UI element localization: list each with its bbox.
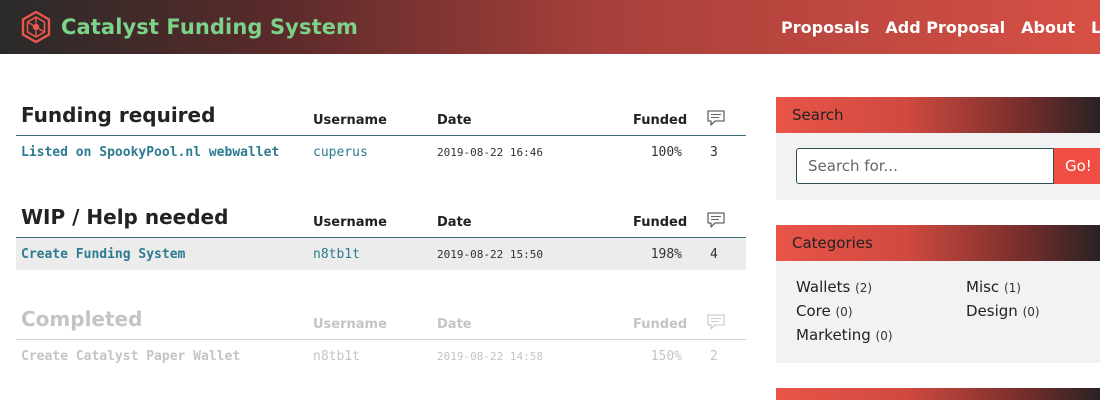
date-column-header: Date [437,317,472,332]
category-count: (0) [875,329,893,343]
proposal-title-link[interactable]: Create Catalyst Paper Wallet [21,349,240,364]
section-title: Funding required [21,103,216,127]
nav-add-proposal[interactable]: Add Proposal [885,18,1005,37]
nav-logout[interactable]: Logout [1091,18,1100,37]
categories-card: Categories Wallets (2) Misc (1) Core (0)… [776,225,1100,363]
section-title: Completed [21,307,143,331]
comments-icon [707,314,725,330]
section-completed: Completed Username Date Funded Create Ca… [16,305,746,372]
funded-column-header: Funded [633,317,688,332]
comment-count: 2 [710,349,718,364]
category-count: (0) [1022,305,1040,319]
section-funding-required: Funding required Username Date Funded Li… [16,101,746,168]
username-column-header: Username [313,317,387,332]
category-design[interactable]: Design (0) [966,302,1040,320]
table-row[interactable]: Listed on SpookyPool.nl webwallet cuperu… [16,136,746,168]
comment-count: 3 [710,145,718,160]
funded-percent: 150% [650,349,682,364]
nav-links: Proposals Add Proposal About Logout [781,0,1100,54]
comments-icon [707,212,725,228]
username-link[interactable]: n8tb1t [313,247,360,262]
date-column-header: Date [437,113,472,128]
category-name[interactable]: Wallets [796,278,850,296]
category-wallets[interactable]: Wallets (2) [796,278,872,296]
nav-about[interactable]: About [1021,18,1075,37]
proposal-title-link[interactable]: Listed on SpookyPool.nl webwallet [21,145,279,160]
section-header: Completed Username Date Funded [16,305,746,340]
category-count: (1) [1003,281,1021,295]
category-core[interactable]: Core (0) [796,302,853,320]
section-header: WIP / Help needed Username Date Funded [16,203,746,238]
nav-proposals[interactable]: Proposals [781,18,869,37]
proposal-date: 2019-08-22 16:46 [437,146,543,159]
category-name[interactable]: Design [966,302,1018,320]
funded-percent: 198% [650,247,682,262]
search-input[interactable] [796,148,1054,184]
username-column-header: Username [313,215,387,230]
search-card: Search Go! [776,97,1100,200]
category-name[interactable]: Marketing [796,326,871,344]
catalyst-logo-icon [21,11,51,43]
table-row[interactable]: Create Catalyst Paper Wallet n8tb1t 2019… [16,340,746,372]
comments-icon [707,110,725,126]
category-name[interactable]: Core [796,302,831,320]
top-navbar: Catalyst Funding System Proposals Add Pr… [0,0,1100,54]
proposal-date: 2019-08-22 14:58 [437,350,543,363]
funded-percent: 100% [650,145,682,160]
search-card-title: Search [776,97,1100,133]
table-row[interactable]: Create Funding System n8tb1t 2019-08-22 … [16,238,746,270]
proposal-date: 2019-08-22 15:50 [437,248,543,261]
sidebar-card-partial [776,388,1100,400]
search-go-button[interactable]: Go! [1054,148,1100,184]
funded-column-header: Funded [633,113,688,128]
category-marketing[interactable]: Marketing (0) [796,326,893,344]
date-column-header: Date [437,215,472,230]
app-title[interactable]: Catalyst Funding System [61,15,358,39]
funded-column-header: Funded [633,215,688,230]
sidebar-card-partial-header [776,388,1100,400]
username-link[interactable]: n8tb1t [313,349,360,364]
section-title: WIP / Help needed [21,205,229,229]
section-header: Funding required Username Date Funded [16,101,746,136]
category-name[interactable]: Misc [966,278,999,296]
categories-card-title: Categories [776,225,1100,261]
comment-count: 4 [710,247,718,262]
proposal-title-link[interactable]: Create Funding System [21,247,185,262]
category-count: (0) [835,305,853,319]
section-wip-help-needed: WIP / Help needed Username Date Funded C… [16,203,746,270]
category-count: (2) [855,281,873,295]
brand[interactable]: Catalyst Funding System [20,7,358,47]
username-column-header: Username [313,113,387,128]
username-link[interactable]: cuperus [313,145,368,160]
category-misc[interactable]: Misc (1) [966,278,1021,296]
